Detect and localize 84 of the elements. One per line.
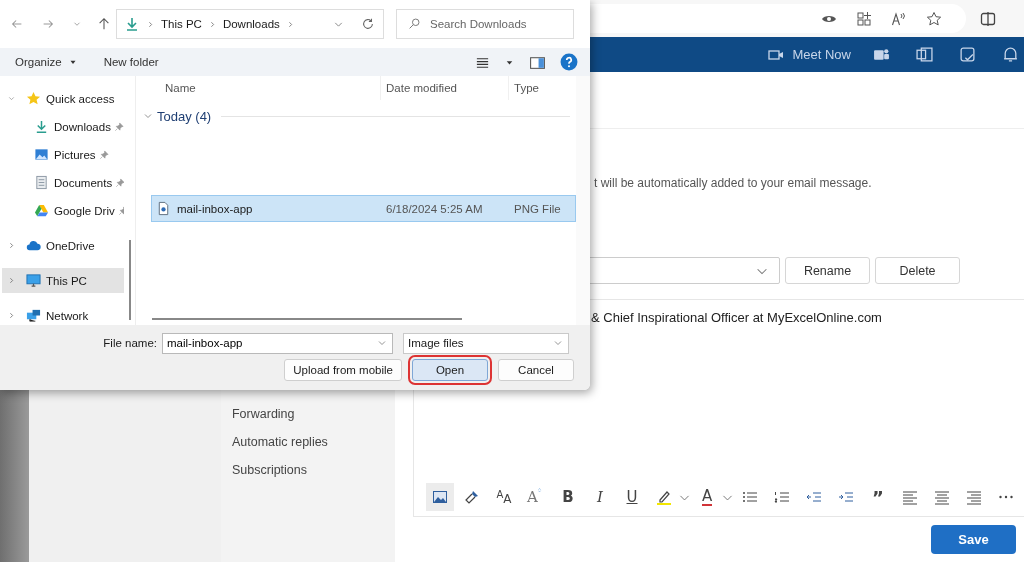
drive-icon [34, 203, 49, 218]
file-name-label: File name: [102, 337, 158, 349]
file-name: mail-inbox-app [177, 202, 253, 215]
italic-tool-button[interactable]: I [586, 483, 614, 511]
underline-tool-button[interactable]: U [618, 483, 646, 511]
star-icon [26, 91, 41, 106]
file-type-dropdown[interactable]: Image files [403, 332, 569, 354]
chevron-right-icon[interactable] [7, 241, 16, 250]
nav-tree-item[interactable]: OneDrive [2, 233, 124, 258]
settings-nav-item[interactable]: Automatic replies [232, 433, 328, 451]
people-icon[interactable] [873, 46, 890, 63]
column-header[interactable]: Date modified [380, 76, 508, 100]
painter-icon [464, 489, 480, 505]
file-name-field[interactable]: mail-inbox-app [162, 332, 393, 354]
chevron-right-icon[interactable] [7, 276, 16, 285]
back-arrow-icon[interactable] [10, 17, 24, 31]
pictures-icon [34, 147, 49, 162]
group-header[interactable]: Today (4) [142, 108, 212, 124]
scrollbar-thumb[interactable] [128, 240, 131, 320]
center-icon [934, 489, 950, 505]
delete-button[interactable]: Delete [875, 257, 960, 284]
refresh-icon[interactable] [361, 17, 375, 31]
chevron-right-icon [146, 19, 155, 29]
rename-button[interactable]: Rename [785, 257, 870, 284]
chevron-right-icon[interactable] [7, 311, 16, 320]
hint-text: t will be automatically added to your email message. [594, 176, 873, 190]
grow-tool-button[interactable]: A [522, 483, 550, 511]
bullets-icon [742, 489, 758, 505]
apps-grid-icon[interactable] [856, 10, 872, 27]
documents-icon [34, 175, 49, 190]
fontcolor-tool-button[interactable]: A [693, 483, 721, 511]
fontsize-tool-button[interactable]: $^{A}$A [490, 483, 518, 511]
nav-tree-item[interactable]: Downloads [2, 114, 124, 139]
column-header[interactable]: Name [136, 76, 380, 100]
alignleft-icon [902, 489, 918, 505]
bell-icon[interactable] [1002, 46, 1019, 63]
signature-text: & Chief Inspirational Officer at MyExcelOnline.com [590, 309, 883, 325]
breadcrumb-item[interactable]: This PC [161, 18, 202, 30]
outdent-icon [806, 489, 822, 505]
image-tool-button[interactable] [426, 483, 454, 511]
chevron-down-icon[interactable] [7, 94, 16, 103]
organize-menu[interactable]: Organize [6, 53, 87, 71]
nav-tree-item[interactable]: Google Driv [2, 198, 124, 223]
dialog-button[interactable]: Cancel [498, 359, 574, 381]
split-screen-icon[interactable] [980, 10, 996, 27]
nav-tree-item[interactable]: This PC [2, 268, 124, 293]
nav-tree-item[interactable]: Network [2, 303, 124, 325]
up-arrow-icon[interactable] [97, 17, 111, 31]
file-type: PNG File [513, 202, 562, 215]
bold-tool-button[interactable]: B [554, 483, 582, 511]
meet-now-link[interactable]: Meet Now [792, 47, 851, 62]
nav-tree-item[interactable]: Quick access [2, 86, 124, 111]
file-date: 6/18/2024 5:25 AM [385, 202, 484, 215]
search-icon [408, 17, 421, 30]
search-field[interactable]: Search Downloads [396, 9, 574, 39]
notebook-icon[interactable] [916, 46, 933, 63]
image-icon [432, 489, 448, 505]
pc-icon [26, 273, 41, 288]
download-icon [34, 119, 49, 134]
scrollbar-thumb[interactable] [152, 318, 462, 320]
new-folder-button[interactable]: New folder [94, 53, 168, 71]
task-check-icon[interactable] [959, 46, 976, 63]
help-icon[interactable] [560, 53, 578, 71]
indent-icon [838, 489, 854, 505]
settings-nav-item[interactable]: Forwarding [232, 405, 295, 423]
dialog-button[interactable]: Upload from mobile [284, 359, 402, 381]
network-icon [26, 308, 41, 323]
breadcrumb-item[interactable]: Downloads [222, 18, 280, 30]
nav-tree-item[interactable]: Documents [2, 170, 124, 195]
save-button[interactable]: Save [931, 525, 1016, 554]
numbering-icon [774, 489, 790, 505]
image-file-icon [156, 201, 171, 216]
favorite-star-icon[interactable] [926, 10, 942, 27]
cloud-icon [26, 238, 41, 253]
alignright-icon [966, 489, 982, 505]
quote-tool-button[interactable]: ” [864, 483, 892, 511]
read-aloud-icon[interactable] [891, 10, 907, 27]
address-bar[interactable]: This PC Downloads [116, 9, 384, 39]
highlight-icon [656, 489, 672, 505]
forward-arrow-icon[interactable] [41, 17, 55, 31]
file-row[interactable]: mail-inbox-app 6/18/2024 5:25 AM PNG File [151, 195, 576, 222]
nav-tree-item[interactable]: Pictures [2, 142, 124, 167]
settings-nav-item[interactable]: Subscriptions [232, 461, 308, 479]
download-icon [124, 16, 140, 32]
